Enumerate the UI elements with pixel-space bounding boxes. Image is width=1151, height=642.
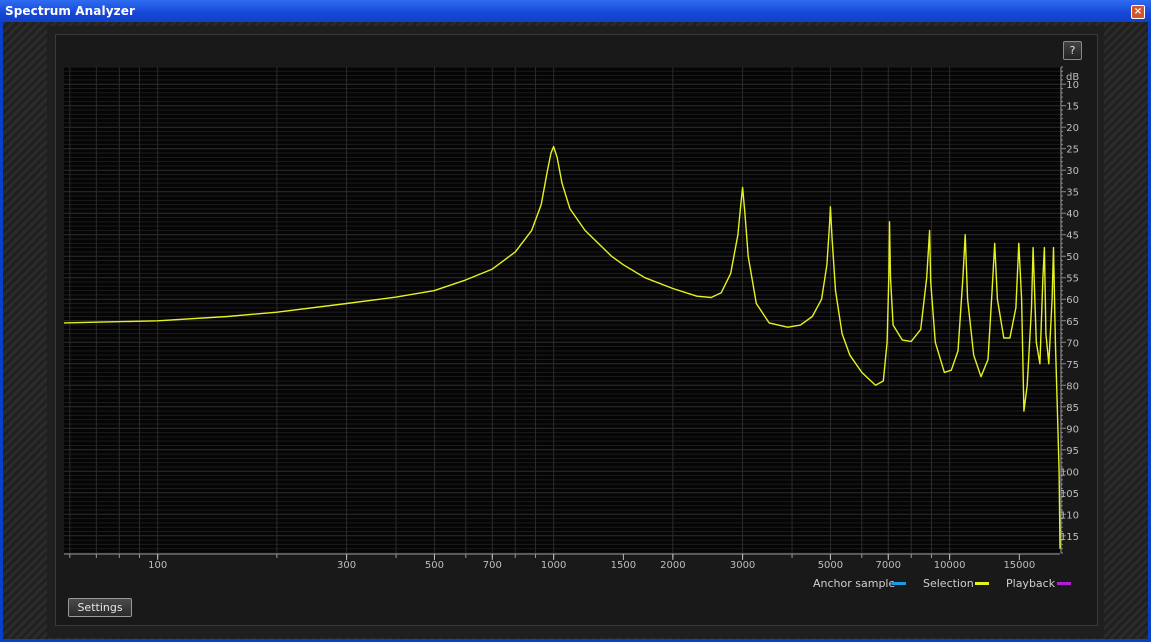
legend-selection-swatch [975, 582, 989, 585]
y-tick-label: 45 [1066, 231, 1079, 242]
x-tick-label: 10000 [934, 560, 966, 571]
y-tick-label: 15 [1066, 102, 1079, 113]
y-tick-label: 110 [1060, 510, 1079, 521]
y-tick-label: 75 [1066, 360, 1079, 371]
legend-anchor-sample-swatch [892, 582, 906, 585]
y-tick-label: 55 [1066, 274, 1079, 285]
legend-playback-swatch [1057, 582, 1071, 585]
legend-anchor-sample-label: Anchor sample [813, 577, 896, 590]
y-tick-label: 90 [1066, 424, 1079, 435]
x-tick-label: 100 [148, 560, 167, 571]
x-tick-label: 300 [337, 560, 356, 571]
x-tick-label: 700 [483, 560, 502, 571]
y-tick-label: 50 [1066, 252, 1079, 263]
y-tick-label: 40 [1066, 209, 1079, 220]
y-tick-label: 80 [1066, 381, 1079, 392]
x-tick-label: 7000 [876, 560, 901, 571]
x-tick-label: 500 [425, 560, 444, 571]
settings-button[interactable]: Settings [68, 598, 132, 617]
y-tick-label: 95 [1066, 446, 1079, 457]
x-tick-label: 1500 [611, 560, 636, 571]
y-axis-unit-label: dB [1066, 72, 1079, 83]
y-tick-label: 20 [1066, 123, 1079, 134]
y-tick-label: 30 [1066, 166, 1079, 177]
x-tick-label: 15000 [1003, 560, 1035, 571]
y-tick-label: 100 [1060, 467, 1079, 478]
x-tick-label: 2000 [660, 560, 685, 571]
y-tick-label: 25 [1066, 145, 1079, 156]
y-tick-label: 65 [1066, 317, 1079, 328]
y-tick-label: 85 [1066, 403, 1079, 414]
y-tick-label: 35 [1066, 188, 1079, 199]
x-tick-label: 5000 [818, 560, 843, 571]
x-tick-label: 3000 [730, 560, 755, 571]
y-tick-label: 115 [1060, 532, 1079, 543]
legend-selection-label: Selection [923, 577, 974, 590]
y-tick-label: 60 [1066, 295, 1079, 306]
spectrum-chart[interactable]: 100 300 500 700 1000 1500 2000 3000 5000 7000 1000… [0, 0, 1151, 642]
legend-playback-label: Playback [1006, 577, 1056, 590]
y-tick-label: 105 [1060, 489, 1079, 500]
x-tick-label: 1000 [541, 560, 566, 571]
y-tick-label: 70 [1066, 338, 1079, 349]
